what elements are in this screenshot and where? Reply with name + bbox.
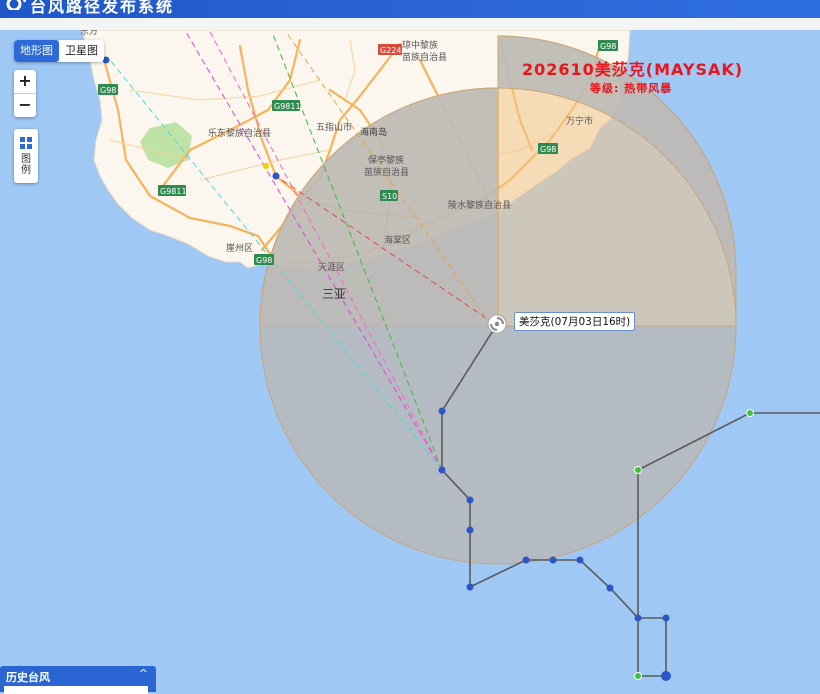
terrain-map-button[interactable]: 地形图 [14, 40, 59, 62]
zoom-in-button[interactable]: + [14, 70, 36, 94]
road-s10: S10 [382, 192, 397, 201]
road-g224: G224 [380, 46, 401, 55]
top-strip [0, 18, 820, 30]
track-point [746, 409, 754, 417]
track-point [438, 407, 446, 415]
history-typhoon-panel[interactable]: 历史台风 ^ [0, 666, 156, 694]
track-point [634, 614, 642, 622]
place-top: 东方 [80, 30, 98, 37]
place-wuzhishan: 五指山市 [316, 121, 352, 133]
place-haitang: 海棠区 [384, 234, 411, 246]
road-g98-bottom: G98 [256, 256, 272, 265]
place-yazhou: 崖州区 [226, 243, 253, 254]
history-title: 历史台风 [6, 671, 50, 684]
legend-label: 图 例 [21, 154, 31, 176]
place-lingshui: 陵水黎族自治县 [448, 199, 511, 211]
typhoon-level: 等级: 热带风暴 [590, 82, 673, 95]
zoom-out-button[interactable]: − [14, 94, 36, 117]
place-ledong: 乐东黎族自治县 [208, 127, 271, 139]
place-baoting2: 苗族自治县 [364, 166, 409, 178]
map-type-switch: 地形图 卫星图 [14, 40, 104, 62]
track-point [466, 526, 474, 534]
track-point [634, 672, 642, 680]
place-qiongzhong: 琼中黎族 [402, 39, 438, 51]
road-g98-right: G98 [540, 145, 556, 154]
zoom-control: + − [14, 70, 36, 117]
road-g9811a: G9811 [274, 102, 301, 111]
track-point [522, 556, 530, 564]
track-point [606, 584, 614, 592]
map-canvas[interactable]: G224 G98 G98 G98 G98 G9811 G9811 S10 琼中黎… [0, 30, 820, 692]
grid-icon [20, 137, 32, 149]
track-point [662, 614, 670, 622]
app-title: 台风路径发布系统 [30, 0, 175, 16]
track-point [661, 671, 671, 681]
track-point [438, 466, 446, 474]
place-hainandao: 海南岛 [360, 126, 387, 138]
road-g98-top: G98 [600, 42, 616, 51]
forecast-point [272, 172, 280, 180]
place-sanya: 三亚 [322, 287, 346, 301]
app-header: 台风路径发布系统 [0, 0, 820, 18]
history-body [4, 686, 148, 694]
typhoon-name: 202610美莎克(MAYSAK) [522, 60, 744, 79]
track-point [466, 496, 474, 504]
track-point [634, 466, 642, 474]
place-tianya: 天涯区 [318, 262, 345, 273]
track-point [549, 556, 557, 564]
typhoon-icon[interactable] [487, 314, 507, 334]
typhoon-tooltip: 美莎克(07月03日16时) [514, 312, 636, 331]
place-qiongzhong2: 苗族自治县 [402, 51, 447, 63]
road-g9811b: G9811 [160, 187, 187, 196]
track-point [466, 583, 474, 591]
legend-button[interactable]: 图 例 [14, 129, 38, 183]
forecast-point [263, 163, 269, 169]
satellite-map-button[interactable]: 卫星图 [59, 40, 104, 62]
chevron-up-icon[interactable]: ^ [139, 667, 148, 680]
track-point [576, 556, 584, 564]
place-baoting: 保亭黎族 [368, 154, 404, 166]
place-wanning: 万宁市 [566, 115, 593, 127]
typhoon-logo-icon [6, 0, 26, 10]
road-g98-left: G98 [100, 86, 116, 95]
